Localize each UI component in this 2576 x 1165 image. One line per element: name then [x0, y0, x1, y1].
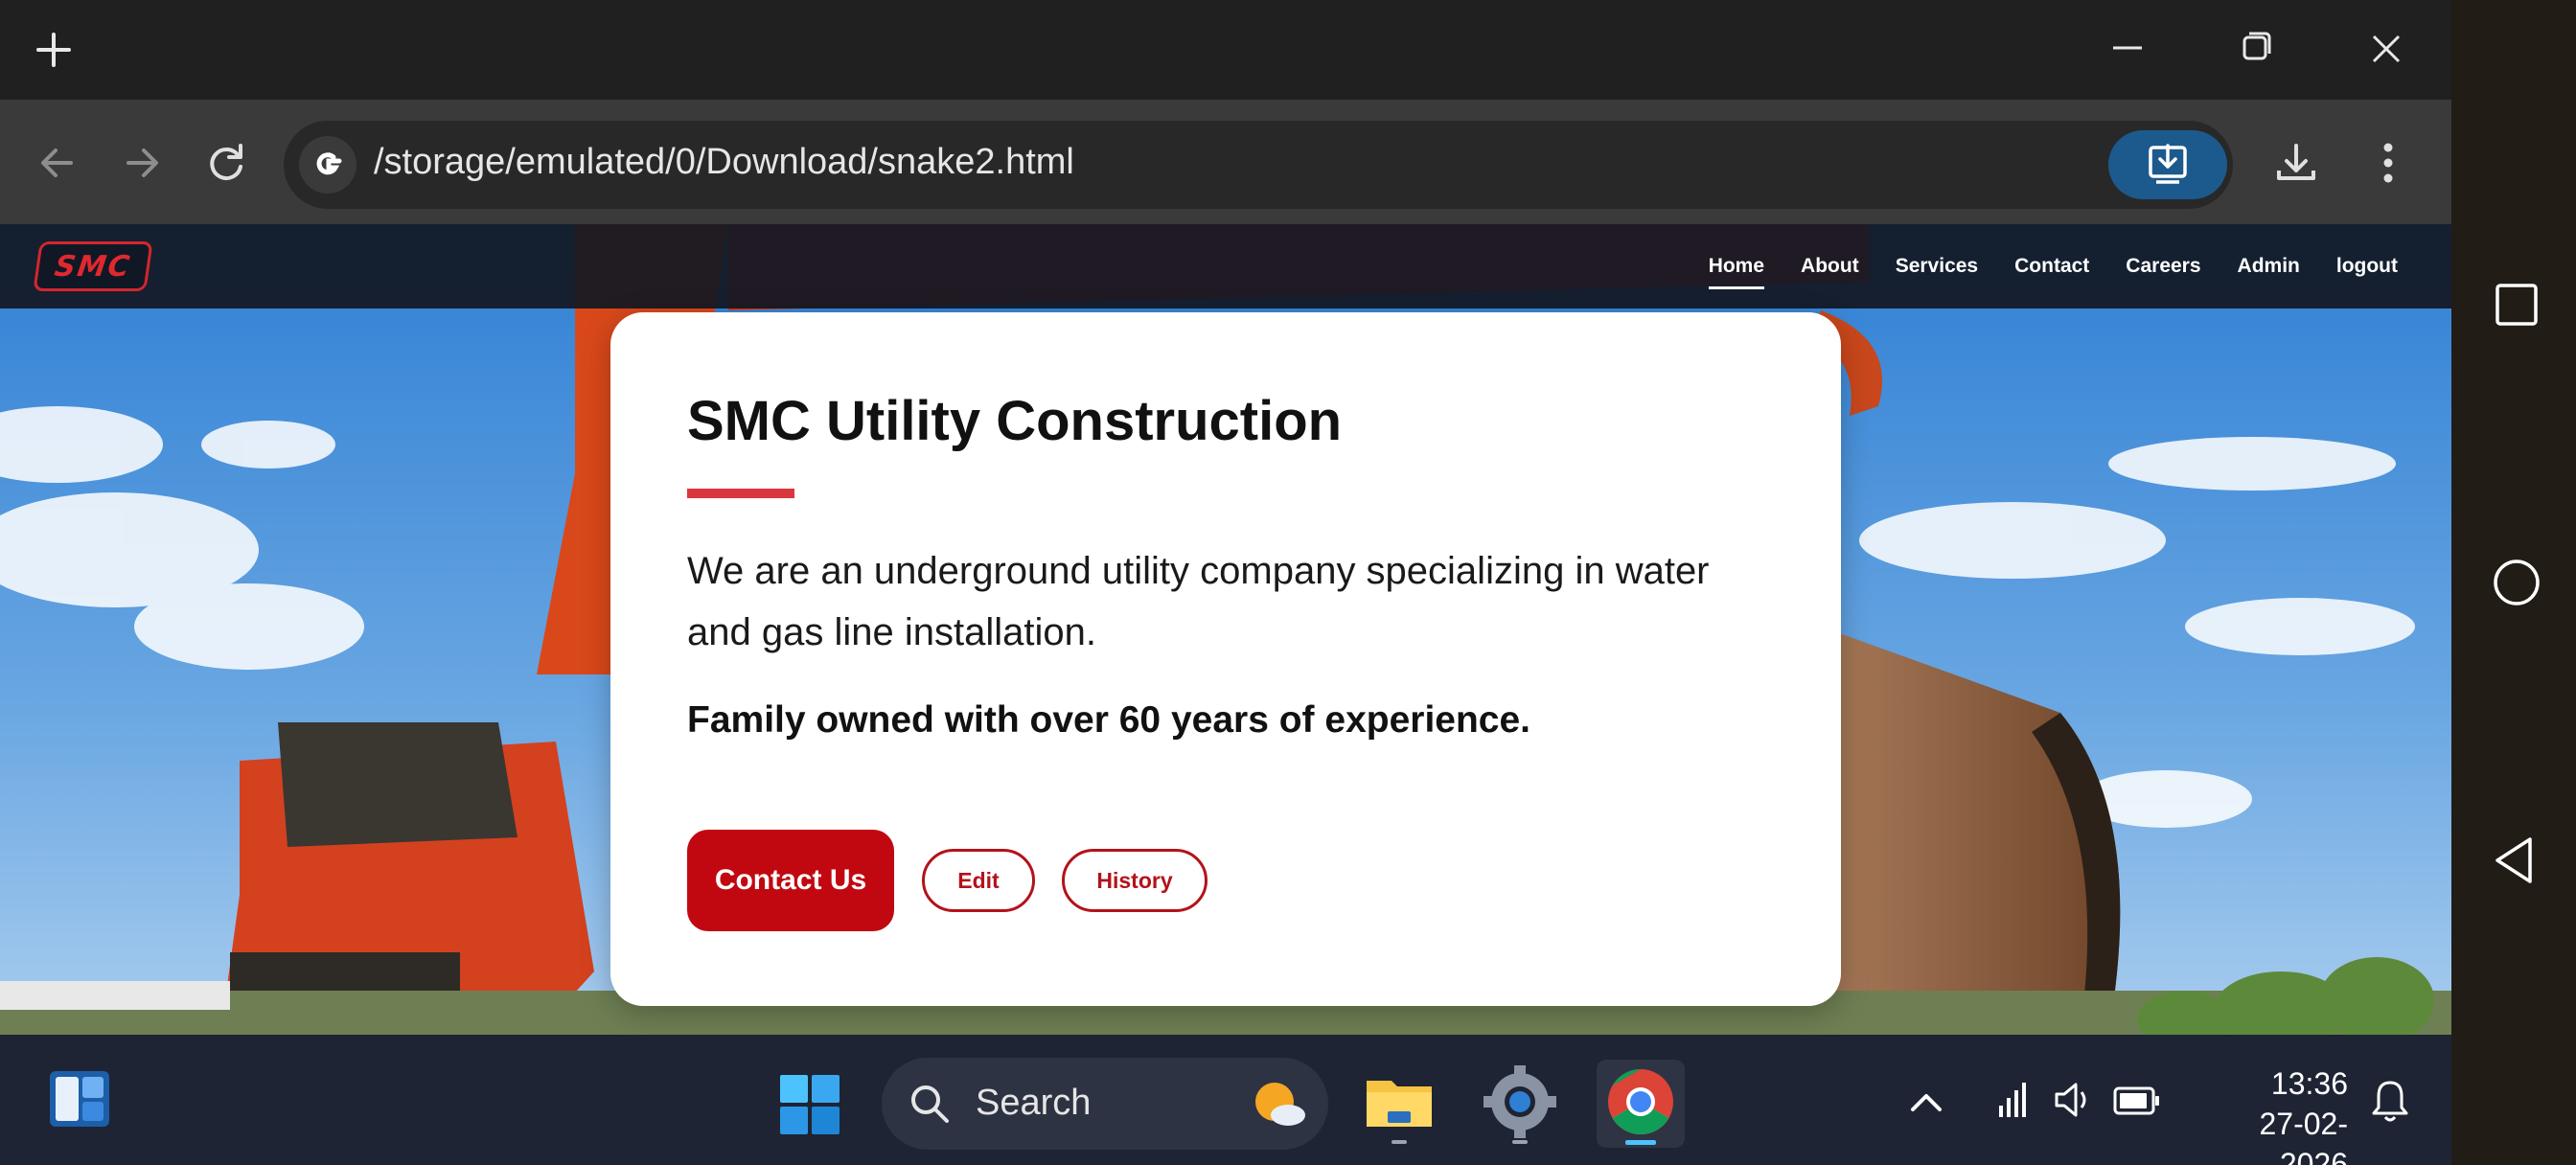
notification-bell-icon[interactable] — [2369, 1077, 2411, 1125]
nav-home[interactable]: Home — [1708, 247, 1765, 289]
address-bar[interactable]: /storage/emulated/0/Download/snake2.html — [284, 121, 2233, 209]
logo-text: SMC — [52, 249, 134, 284]
hero-description: We are an underground utility company sp… — [687, 550, 1710, 653]
google-icon[interactable] — [299, 136, 356, 194]
restore-button[interactable] — [2225, 21, 2287, 77]
more-menu-icon[interactable] — [2361, 134, 2415, 192]
chrome-icon[interactable] — [1597, 1060, 1685, 1148]
signal-icon[interactable] — [1993, 1079, 2036, 1121]
title-bar — [0, 0, 2451, 100]
recent-apps-icon[interactable] — [2490, 278, 2543, 331]
nav-admin[interactable]: Admin — [2238, 247, 2300, 286]
new-tab-icon[interactable] — [34, 29, 73, 71]
search-placeholder: Search — [976, 1083, 1092, 1123]
widgets-icon[interactable] — [48, 1069, 111, 1129]
search-icon — [908, 1083, 951, 1125]
clock-date: 27-02-2026 — [2259, 1107, 2349, 1165]
back-triangle-icon[interactable] — [2490, 834, 2543, 887]
title-underline — [687, 489, 794, 498]
hero-highlight: Family owned with over 60 years of exper… — [687, 699, 1531, 741]
clock-time: 13:36 — [2270, 1066, 2348, 1101]
browser-toolbar: /storage/emulated/0/Download/snake2.html — [0, 100, 2451, 224]
weather-icon[interactable] — [1250, 1079, 1307, 1129]
site-nav: Home About Services Contact Careers Admi… — [1708, 224, 2398, 308]
nav-careers[interactable]: Careers — [2126, 247, 2200, 286]
smc-logo[interactable]: SMC — [33, 241, 153, 291]
history-button[interactable]: History — [1062, 849, 1208, 912]
start-icon[interactable] — [778, 1073, 841, 1136]
nav-logout[interactable]: logout — [2336, 247, 2398, 286]
url-text[interactable]: /storage/emulated/0/Download/snake2.html — [374, 142, 1074, 183]
back-button[interactable] — [29, 136, 86, 190]
file-explorer-icon[interactable] — [1355, 1060, 1443, 1148]
taskbar-search[interactable]: Search — [882, 1058, 1328, 1150]
nav-services[interactable]: Services — [1896, 247, 1978, 286]
taskbar: Search 13:36 27-02-2026 — [0, 1035, 2451, 1165]
site-header: SMC Home About Services Contact Careers … — [0, 224, 2451, 308]
contact-us-button[interactable]: Contact Us — [687, 830, 894, 931]
battery-icon[interactable] — [2112, 1085, 2162, 1117]
web-page: SMC Home About Services Contact Careers … — [0, 224, 2451, 1035]
nav-contact[interactable]: Contact — [2014, 247, 2089, 286]
hero-title: SMC Utility Construction — [687, 390, 1343, 452]
forward-button[interactable] — [113, 136, 171, 190]
system-clock[interactable]: 13:36 27-02-2026 — [2195, 1063, 2349, 1165]
close-button[interactable] — [2356, 21, 2417, 77]
minimize-button[interactable] — [2097, 21, 2158, 77]
chevron-up-icon[interactable] — [1905, 1085, 1947, 1119]
volume-icon[interactable] — [2051, 1079, 2097, 1121]
settings-icon[interactable] — [1476, 1060, 1564, 1148]
nav-about[interactable]: About — [1801, 247, 1859, 286]
edit-button[interactable]: Edit — [922, 849, 1035, 912]
reload-button[interactable] — [197, 136, 255, 190]
home-icon[interactable] — [2490, 556, 2543, 609]
install-app-button[interactable] — [2108, 130, 2227, 199]
download-icon[interactable] — [2266, 134, 2327, 192]
android-nav-bar — [2451, 0, 2576, 1165]
hero-card: SMC Utility Construction We are an under… — [610, 312, 1841, 1006]
browser-window: /storage/emulated/0/Download/snake2.html — [0, 0, 2451, 1035]
